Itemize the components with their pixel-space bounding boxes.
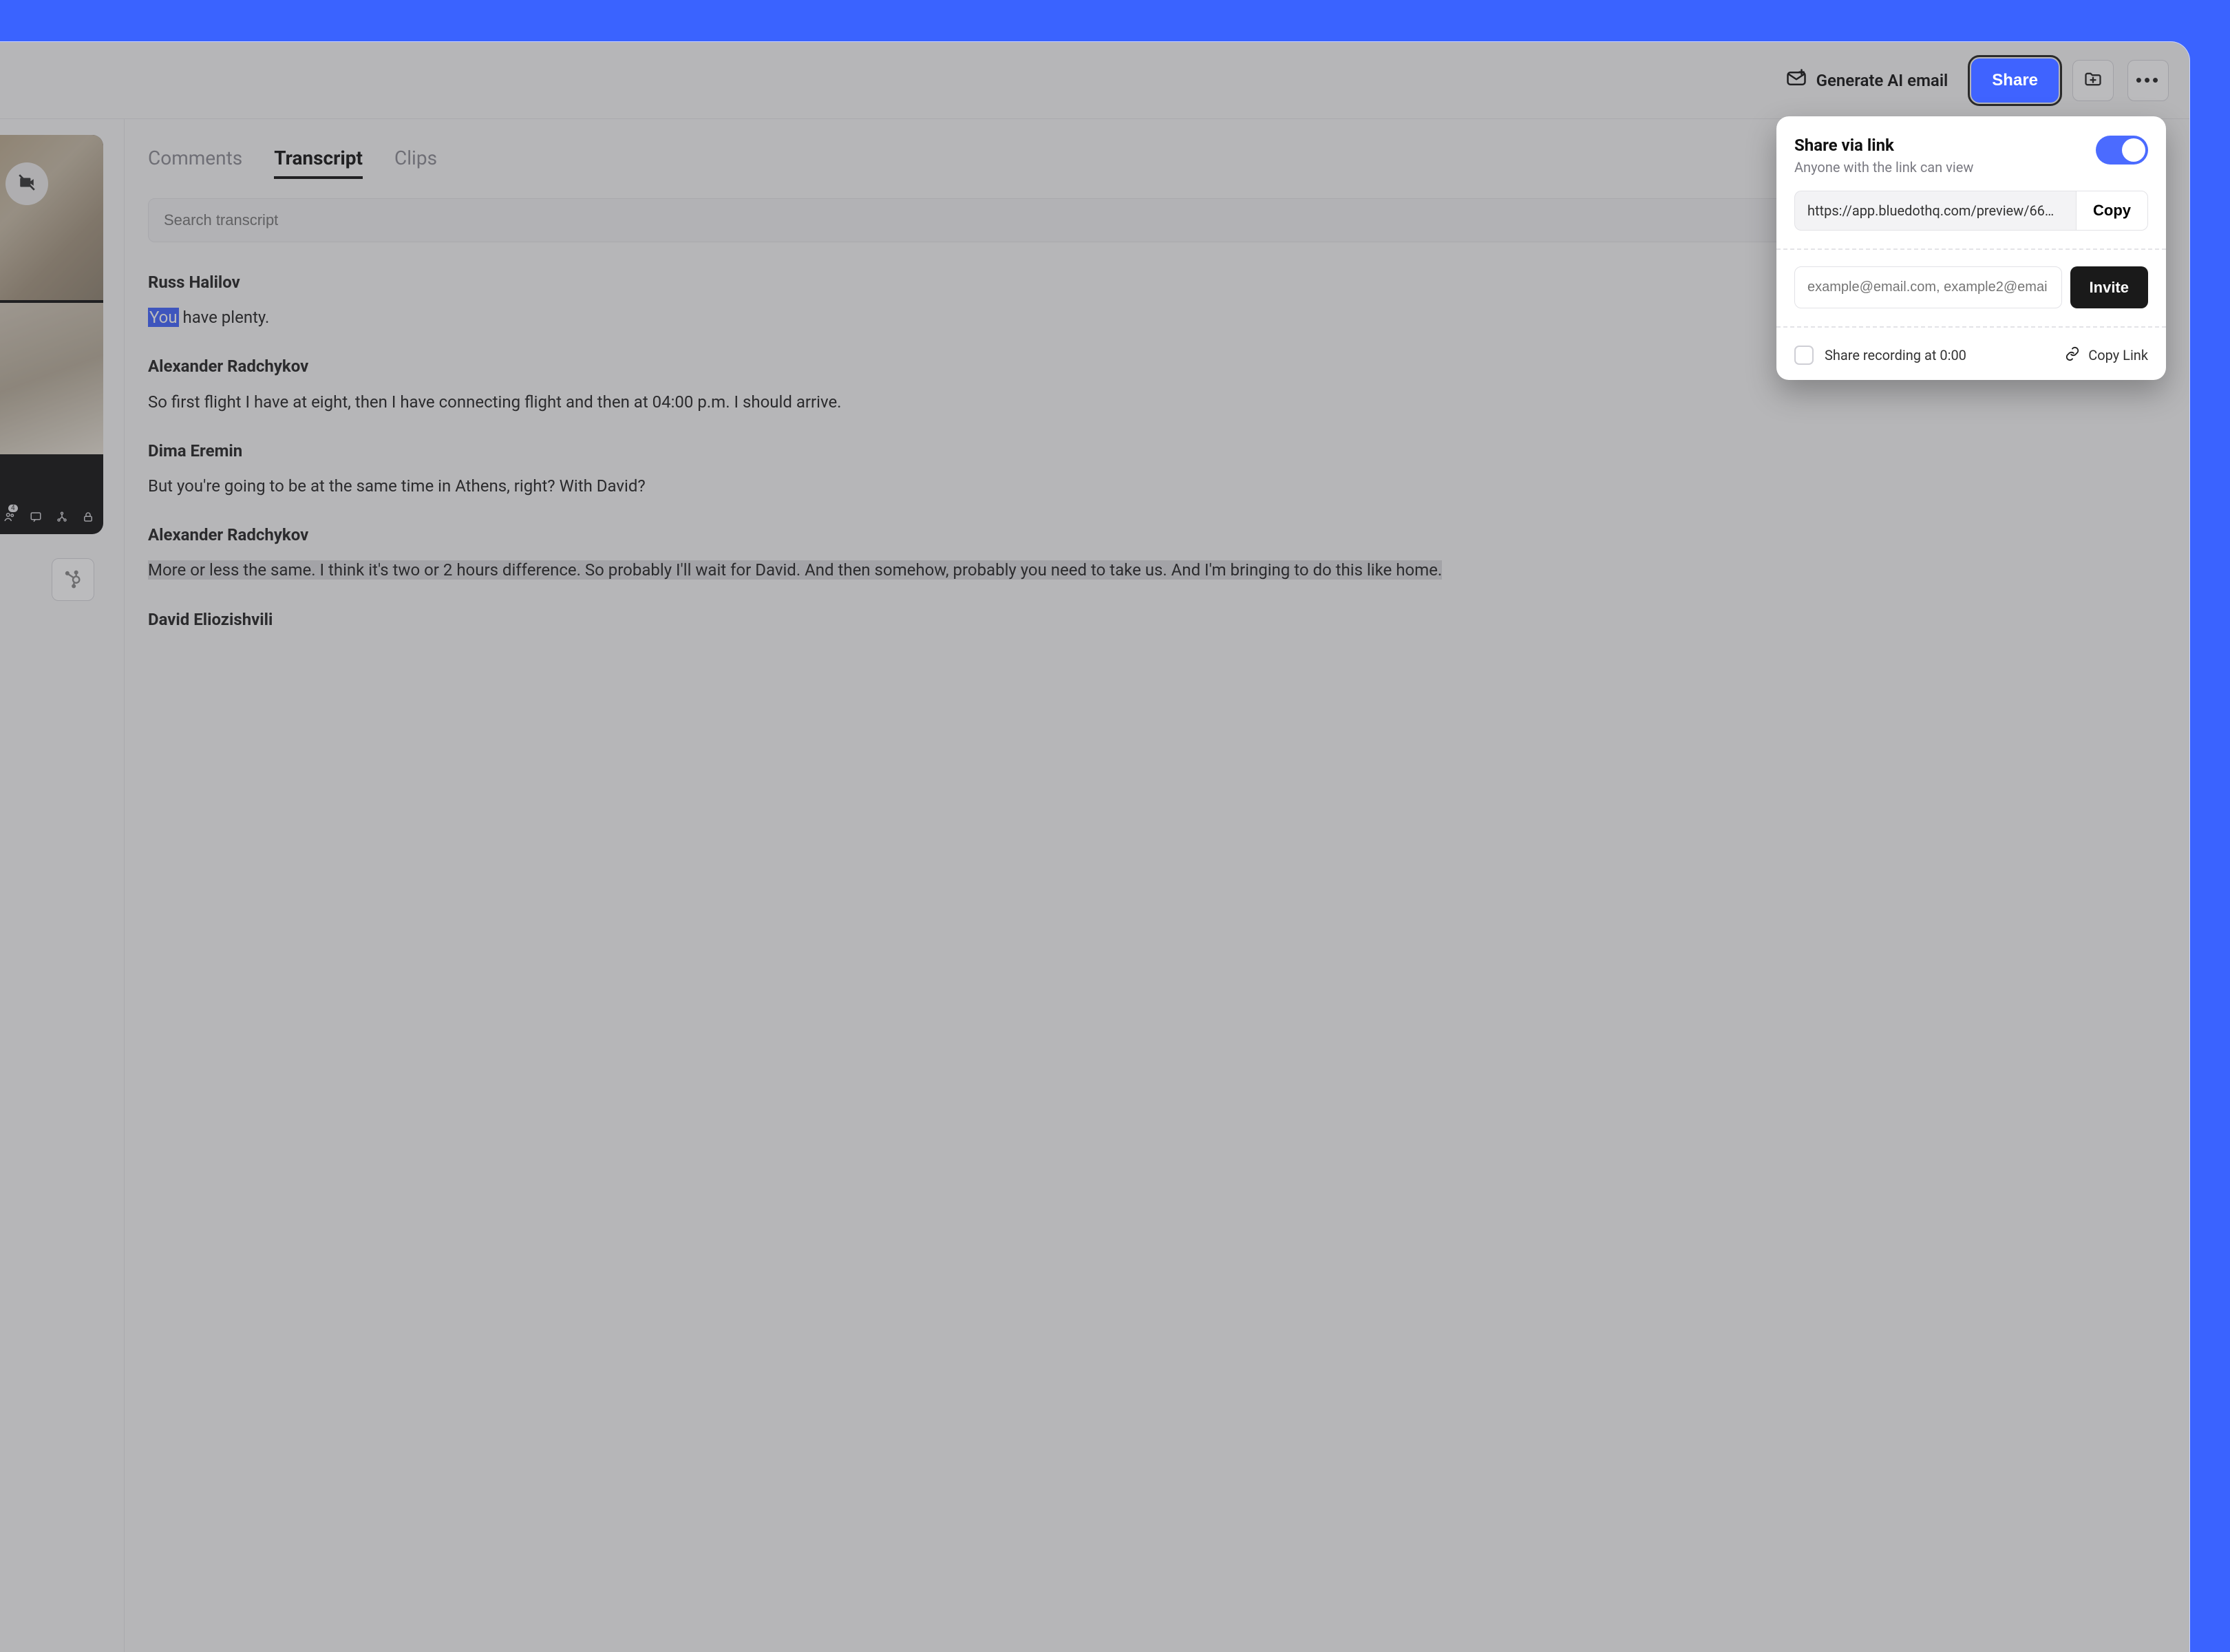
network-icon[interactable] (55, 510, 69, 524)
share-at-timestamp-checkbox[interactable] (1794, 346, 1814, 365)
more-actions-button[interactable]: ••• (2127, 60, 2169, 101)
divider (1776, 248, 2166, 250)
participants-icon[interactable]: 4 (3, 510, 17, 524)
video-panel: ◉ 4 (0, 135, 103, 534)
invite-email-input[interactable] (1794, 266, 2062, 308)
speaker-name: David Eliozishvili (148, 607, 2155, 633)
camera-off-icon (18, 173, 36, 194)
tab-clips[interactable]: Clips (394, 147, 437, 179)
video-tile (0, 303, 103, 454)
folder-plus-icon (2083, 70, 2103, 91)
copy-link-secondary-button[interactable]: Copy Link (2065, 346, 2148, 365)
transcript-line[interactable]: But you're going to be at the same time … (148, 474, 2155, 499)
transcript-line[interactable]: More or less the same. I think it's two … (148, 558, 2155, 583)
share-popover: Share via link Anyone with the link can … (1776, 116, 2166, 380)
copy-link-secondary-label: Copy Link (2088, 347, 2148, 363)
speaker-name: Dima Eremin (148, 438, 2155, 464)
camera-off-badge (6, 162, 48, 205)
share-popover-title: Share via link (1794, 136, 1973, 155)
toolbar: Generate AI email Share ••• (0, 42, 2189, 119)
video-footer: ◉ 4 (0, 500, 103, 534)
move-to-folder-button[interactable] (2072, 60, 2114, 101)
invite-button[interactable]: Invite (2070, 266, 2148, 308)
link-icon (2065, 346, 2080, 365)
chat-icon[interactable] (29, 510, 43, 524)
divider (1776, 326, 2166, 328)
share-at-timestamp-label: Share recording at 0:00 (1825, 347, 1966, 363)
lock-icon[interactable] (81, 510, 95, 524)
tab-transcript[interactable]: Transcript (274, 147, 363, 179)
share-popover-subtitle: Anyone with the link can view (1794, 159, 1973, 176)
generate-ai-email-label: Generate AI email (1816, 71, 1948, 90)
share-link-field[interactable]: https://app.bluedothq.com/preview/66… (1794, 191, 2076, 231)
share-button-label: Share (1992, 71, 2038, 89)
hubspot-icon (63, 569, 83, 591)
mail-plus-icon (1786, 68, 1807, 93)
more-horizontal-icon: ••• (2136, 70, 2160, 91)
search-highlight: You (148, 308, 179, 327)
generate-ai-email-button[interactable]: Generate AI email (1776, 61, 1958, 100)
transcript-line[interactable]: So first flight I have at eight, then I … (148, 390, 2155, 415)
hubspot-button[interactable] (52, 558, 94, 601)
link-sharing-toggle[interactable] (2096, 136, 2148, 165)
app-shell: Generate AI email Share ••• (0, 41, 2190, 1652)
selection-highlight: More or less the same. I think it's two … (148, 560, 1442, 580)
participants-count-badge: 4 (8, 505, 18, 512)
copy-link-button[interactable]: Copy (2076, 191, 2148, 231)
speaker-name: Alexander Radchykov (148, 522, 2155, 548)
video-tile (0, 135, 103, 300)
share-button[interactable]: Share (1971, 59, 2059, 103)
tab-comments[interactable]: Comments (148, 147, 242, 179)
